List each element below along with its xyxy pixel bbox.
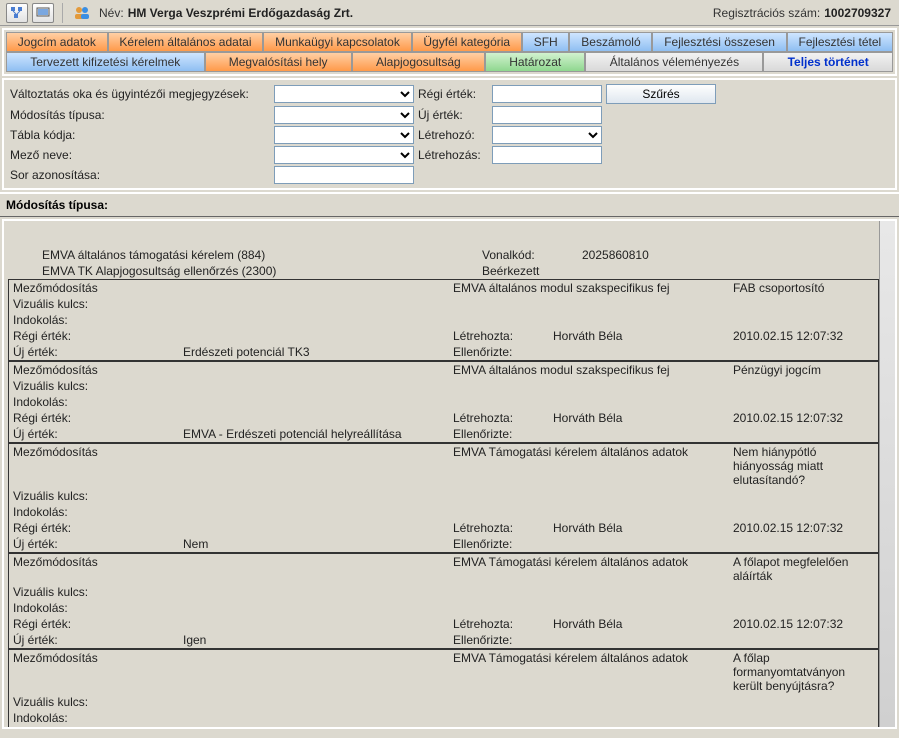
modification-block: MezőmódosításEMVA Támogatási kérelem ált…: [8, 443, 879, 553]
filter-panel: Változtatás oka és ügyintézői megjegyzés…: [2, 78, 897, 190]
name-value: HM Verga Veszprémi Erdőgazdaság Zrt.: [128, 6, 353, 20]
tab-teljes-történet[interactable]: Teljes történet: [763, 52, 893, 72]
table-code-select[interactable]: [274, 126, 414, 144]
screen-icon[interactable]: [32, 3, 54, 23]
filter-label-field-name: Mező neve:: [10, 148, 270, 162]
tab-container: Jogcím adatokKérelem általános adataiMun…: [2, 28, 897, 76]
summary-barcode-value: 2025860810: [578, 247, 758, 263]
separator: [62, 3, 63, 23]
tab-jogcím-adatok[interactable]: Jogcím adatok: [6, 32, 108, 52]
scrollbar[interactable]: [879, 221, 895, 727]
tab-sfh[interactable]: SFH: [522, 32, 570, 52]
filter-button[interactable]: Szűrés: [606, 84, 716, 104]
tab-fejlesztési-összesen[interactable]: Fejlesztési összesen: [652, 32, 786, 52]
filter-label-old-value: Régi érték:: [418, 87, 488, 101]
filter-label-change-reason: Változtatás oka és ügyintézői megjegyzés…: [10, 87, 270, 101]
field-name-select[interactable]: [274, 146, 414, 164]
filter-label-created: Létrehozás:: [418, 148, 488, 162]
created-input[interactable]: [492, 146, 602, 164]
tab-megvalósítási-hely[interactable]: Megvalósítási hely: [205, 52, 352, 72]
summary-barcode-label: Vonalkód:: [478, 247, 578, 263]
users-icon[interactable]: [71, 3, 93, 23]
tab-row-2: Tervezett kifizetési kérelmekMegvalósítá…: [6, 52, 893, 72]
reg-label: Regisztrációs szám:: [713, 6, 820, 20]
tab-határozat[interactable]: Határozat: [485, 52, 586, 72]
mod-type-select[interactable]: [274, 106, 414, 124]
tab-általános-véleményezés[interactable]: Általános véleményezés: [585, 52, 763, 72]
tab-kérelem-általános-adatai[interactable]: Kérelem általános adatai: [108, 32, 264, 52]
new-value-input[interactable]: [492, 106, 602, 124]
old-value-input[interactable]: [492, 85, 602, 103]
filter-label-table-code: Tábla kódja:: [10, 128, 270, 142]
filter-label-new-value: Új érték:: [418, 108, 488, 122]
filter-label-creator: Létrehozó:: [418, 128, 488, 142]
reg-value: 1002709327: [824, 6, 891, 20]
tab-beszámoló[interactable]: Beszámoló: [569, 32, 652, 52]
tab-fejlesztési-tétel[interactable]: Fejlesztési tétel: [787, 32, 893, 52]
history-log: EMVA általános támogatási kérelem (884) …: [2, 219, 897, 729]
tab-ügyfél-kategória[interactable]: Ügyfél kategória: [412, 32, 522, 52]
creator-select[interactable]: [492, 126, 602, 144]
top-toolbar: Név: HM Verga Veszprémi Erdőgazdaság Zrt…: [0, 0, 899, 26]
tree-icon[interactable]: [6, 3, 28, 23]
tab-tervezett-kifizetési-kérelmek[interactable]: Tervezett kifizetési kérelmek: [6, 52, 205, 72]
modification-blocks: MezőmódosításEMVA általános modul szaksp…: [4, 279, 895, 729]
change-reason-select[interactable]: [274, 85, 414, 103]
name-label: Név:: [99, 6, 124, 20]
modification-block: MezőmódosításEMVA általános modul szaksp…: [8, 279, 879, 361]
summary-received: Beérkezett: [478, 263, 578, 279]
tab-munkaügyi-kapcsolatok[interactable]: Munkaügyi kapcsolatok: [263, 32, 411, 52]
summary-band: EMVA általános támogatási kérelem (884) …: [20, 221, 879, 279]
modification-block: MezőmódosításEMVA Támogatási kérelem ált…: [8, 649, 879, 729]
filter-label-row-id: Sor azonosítása:: [10, 168, 270, 182]
summary-line-2a: EMVA TK Alapjogosultság ellenőrzés (2300…: [38, 263, 478, 279]
summary-line-1a: EMVA általános támogatási kérelem (884): [38, 247, 478, 263]
tab-row-1: Jogcím adatokKérelem általános adataiMun…: [6, 32, 893, 52]
row-id-input[interactable]: [274, 166, 414, 184]
modification-block: MezőmódosításEMVA általános modul szaksp…: [8, 361, 879, 443]
tab-alapjogosultság[interactable]: Alapjogosultság: [352, 52, 485, 72]
filter-label-mod-type: Módosítás típusa:: [10, 108, 270, 122]
modification-block: MezőmódosításEMVA Támogatási kérelem ált…: [8, 553, 879, 649]
section-title: Módosítás típusa:: [0, 192, 899, 217]
